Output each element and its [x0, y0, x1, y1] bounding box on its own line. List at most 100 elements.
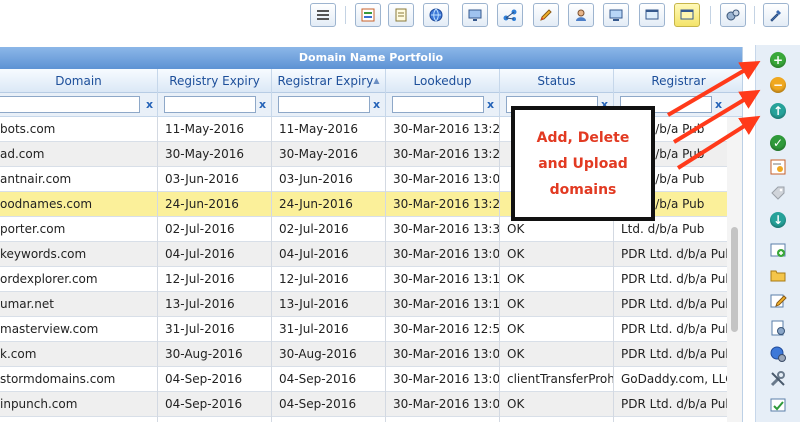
- eyedropper-button[interactable]: [763, 3, 789, 27]
- add-domain-button[interactable]: +: [765, 48, 791, 72]
- document-settings-button[interactable]: [765, 316, 791, 340]
- note-icon: [395, 8, 407, 22]
- list-view-button[interactable]: [310, 3, 336, 27]
- edit-list-icon: [770, 294, 787, 308]
- globe-button[interactable]: [423, 3, 449, 27]
- grid-header-row: Domain Registry Expiry Registrar Expiry▲…: [0, 69, 742, 93]
- cell-status: OK: [500, 267, 614, 292]
- tag-button[interactable]: [765, 181, 791, 205]
- tools-settings-button[interactable]: [765, 367, 791, 391]
- cell-domain: [0, 417, 158, 422]
- highlight-window-icon: [680, 9, 694, 20]
- vertical-scrollbar[interactable]: [727, 117, 742, 422]
- report-icon: [770, 159, 786, 175]
- user-button[interactable]: [568, 3, 594, 27]
- cell-registrar-expiry: 13-Jul-2016: [272, 292, 386, 317]
- cell-lookedup: 30-Mar-2016 13:03: [386, 392, 500, 417]
- lookedup-filter-input[interactable]: [392, 96, 484, 113]
- network-button[interactable]: [497, 3, 523, 27]
- globe-settings-button[interactable]: [765, 342, 791, 366]
- column-header-lookedup[interactable]: Lookedup: [386, 69, 500, 93]
- cell-registry-expiry: 31-Jul-2016: [158, 317, 272, 342]
- upload-domains-button[interactable]: ↑: [765, 99, 791, 123]
- sort-ascending-icon: ▲: [373, 76, 380, 85]
- table-row[interactable]: umar.net 13-Jul-2016 13-Jul-2016 30-Mar-201…: [0, 292, 742, 317]
- cell-registrar-expiry: 30-Aug-2016: [272, 342, 386, 367]
- table-row[interactable]: inpunch.com 04-Sep-2016 04-Sep-2016 30-Mar-…: [0, 392, 742, 417]
- cell-domain: stormdomains.com: [0, 367, 158, 392]
- table-row[interactable]: [0, 417, 742, 422]
- cell-registry-expiry: 30-Aug-2016: [158, 342, 272, 367]
- note-button[interactable]: [388, 3, 414, 27]
- window-icon: [645, 9, 659, 20]
- cell-registrar-expiry: 02-Jul-2016: [272, 217, 386, 242]
- table-row[interactable]: ordexplorer.com 12-Jul-2016 12-Jul-2016 30-…: [0, 267, 742, 292]
- clear-filter-registrar-button[interactable]: x: [715, 98, 722, 111]
- folder-button[interactable]: [765, 263, 791, 287]
- filter-cell-registrar-expiry: x: [272, 93, 386, 117]
- cell-lookedup: 30-Mar-2016 12:59: [386, 317, 500, 342]
- download-arrow-icon: ↓: [770, 212, 786, 228]
- cell-status: clientTransferProh: [500, 367, 614, 392]
- clear-filter-lookedup-button[interactable]: x: [487, 98, 494, 111]
- edit-button[interactable]: [533, 3, 559, 27]
- check-circle-icon: ✓: [770, 135, 786, 151]
- annotation-text: Add, Delete and Upload domains: [536, 129, 630, 198]
- clear-filter-registry-expiry-button[interactable]: x: [259, 98, 266, 111]
- verify-button[interactable]: ✓: [765, 131, 791, 155]
- registry-expiry-filter-input[interactable]: [164, 96, 256, 113]
- upload-arrow-icon: ↑: [770, 103, 786, 119]
- column-header-registrar-expiry[interactable]: Registrar Expiry▲: [272, 69, 386, 93]
- eyedropper-icon: [770, 10, 781, 22]
- checklist-icon: [770, 398, 786, 412]
- cell-domain: porter.com: [0, 217, 158, 242]
- edit-list-button[interactable]: [765, 289, 791, 313]
- download-button[interactable]: ↓: [765, 208, 791, 232]
- cell-registry-expiry: [158, 417, 272, 422]
- cell-registrar-expiry: 04-Jul-2016: [272, 242, 386, 267]
- column-header-domain[interactable]: Domain: [0, 69, 158, 93]
- registrar-expiry-filter-input[interactable]: [278, 96, 370, 113]
- cell-lookedup: 30-Mar-2016 13:29: [386, 117, 500, 142]
- cell-domain: ad.com: [0, 142, 158, 167]
- column-header-registry-expiry[interactable]: Registry Expiry: [158, 69, 272, 93]
- clear-filter-registrar-expiry-button[interactable]: x: [373, 98, 380, 111]
- toolbar-separator: [754, 6, 755, 24]
- cell-registrar-expiry: 04-Sep-2016: [272, 367, 386, 392]
- table-row[interactable]: stormdomains.com 04-Sep-2016 04-Sep-2016 30…: [0, 367, 742, 392]
- table-row[interactable]: k.com 30-Aug-2016 30-Aug-2016 30-Mar-2016 1…: [0, 342, 742, 367]
- scrollbar-thumb[interactable]: [731, 227, 738, 332]
- delete-domain-button[interactable]: −: [765, 73, 791, 97]
- cell-registry-expiry: 04-Jul-2016: [158, 242, 272, 267]
- table-row[interactable]: masterview.com 31-Jul-2016 31-Jul-2016 30-M…: [0, 317, 742, 342]
- cell-domain: k.com: [0, 342, 158, 367]
- checklist-button[interactable]: [765, 393, 791, 417]
- cell-domain: oodnames.com: [0, 192, 158, 217]
- top-toolbar: [0, 0, 800, 33]
- document-settings-icon: [771, 320, 785, 336]
- cell-status: OK: [500, 292, 614, 317]
- cell-registrar: PDR Ltd. d/b/a Pub: [614, 342, 742, 367]
- cell-lookedup: 30-Mar-2016 13:01: [386, 342, 500, 367]
- filter-cell-registry-expiry: x: [158, 93, 272, 117]
- tools-button[interactable]: [720, 3, 746, 27]
- cell-lookedup: 30-Mar-2016 13:33: [386, 217, 500, 242]
- cell-registry-expiry: 12-Jul-2016: [158, 267, 272, 292]
- monitor-button[interactable]: [462, 3, 488, 27]
- plus-circle-icon: +: [770, 52, 786, 68]
- window-button[interactable]: [639, 3, 665, 27]
- column-header-status[interactable]: Status: [500, 69, 614, 93]
- cell-registrar-expiry: [272, 417, 386, 422]
- clear-filter-domain-button[interactable]: x: [146, 98, 153, 111]
- table-row[interactable]: keywords.com 04-Jul-2016 04-Jul-2016 30-Mar…: [0, 242, 742, 267]
- cell-registrar-expiry: 12-Jul-2016: [272, 267, 386, 292]
- highlight-window-button[interactable]: [674, 3, 700, 27]
- spreadsheet-button[interactable]: [355, 3, 381, 27]
- report-button[interactable]: [765, 155, 791, 179]
- add-list-button[interactable]: [765, 238, 791, 262]
- domain-filter-input[interactable]: [0, 96, 140, 113]
- cell-lookedup: [386, 417, 500, 422]
- cell-lookedup: 30-Mar-2016 13:26: [386, 192, 500, 217]
- screen-button[interactable]: [603, 3, 629, 27]
- column-header-registrar[interactable]: Registrar: [614, 69, 742, 93]
